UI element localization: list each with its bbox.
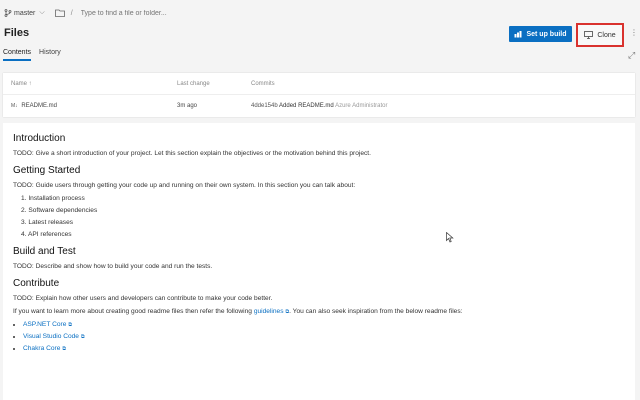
- file-name[interactable]: README.md: [21, 103, 57, 109]
- aspnet-core-link[interactable]: ASP.NET Core: [23, 321, 66, 328]
- path-separator: /: [70, 9, 73, 17]
- readme-heading-contribute: Contribute: [13, 278, 60, 289]
- column-header-last-change: Last change: [177, 80, 210, 87]
- external-link-icon: ⧉: [68, 322, 72, 328]
- commit-id-link[interactable]: 4dde154b: [251, 103, 278, 109]
- repo-path-bar: master ⌵ /: [0, 0, 640, 26]
- external-link-icon: ⧉: [80, 334, 85, 340]
- readme-links-list: ASP.NET Core⧉ Visual Studio Code⧉ Chakra…: [13, 321, 625, 352]
- readme-text-introduction: TODO: Give a short introduction of your …: [13, 150, 371, 157]
- expand-icon[interactable]: ⤢: [628, 50, 635, 61]
- readme-heading-build-and-test: Build and Test: [13, 246, 76, 257]
- commit-author: Azure Administrator: [335, 103, 388, 109]
- build-icon: [514, 30, 522, 38]
- set-up-build-label: Set up build: [526, 30, 567, 38]
- clone-button[interactable]: Clone: [584, 31, 616, 39]
- readme-text-contribute: TODO: Explain how other users and develo…: [13, 295, 273, 302]
- table-row[interactable]: M↓ README.md 3m ago 4dde154b Added READM…: [3, 95, 635, 117]
- chevron-down-icon[interactable]: ⌵: [39, 9, 44, 17]
- set-up-build-button[interactable]: Set up build: [509, 26, 572, 42]
- path-search-input[interactable]: [80, 9, 241, 17]
- readme-content: Introduction TODO: Give a short introduc…: [3, 123, 635, 400]
- list-item: 4. API references: [21, 231, 72, 238]
- tab-bar: Contents History: [3, 49, 69, 61]
- markdown-file-icon: M↓: [11, 103, 18, 109]
- contribute-text-b: . You can also seek inspiration from the…: [289, 308, 463, 315]
- last-change-cell: 3m ago: [177, 103, 198, 109]
- list-item: 3. Latest releases: [21, 219, 74, 226]
- commit-message: Added README.md: [279, 103, 334, 109]
- page-title: Files: [4, 27, 30, 39]
- folder-icon[interactable]: [54, 9, 65, 17]
- readme-section-build-and-test: Build and Test TODO: Describe and show h…: [13, 246, 625, 270]
- files-table: Name ↑ Last change Commits M↓ README.md …: [3, 73, 635, 117]
- branch-icon: [4, 9, 12, 17]
- list-item: 1. Installation process: [21, 195, 85, 202]
- table-header: Name ↑ Last change Commits: [3, 73, 635, 95]
- tab-history[interactable]: History: [39, 49, 61, 61]
- column-header-commits: Commits: [251, 80, 275, 87]
- mouse-cursor-icon: [446, 230, 454, 248]
- readme-text-contribute-more: If you want to learn more about creating…: [13, 308, 625, 315]
- list-item: Chakra Core⧉: [23, 345, 625, 352]
- guidelines-link[interactable]: guidelines: [254, 308, 284, 315]
- commit-cell: 4dde154b Added README.md Azure Administr…: [251, 103, 635, 109]
- readme-heading-getting-started: Getting Started: [13, 165, 81, 176]
- clone-button-highlight: Clone: [576, 23, 624, 47]
- readme-section-introduction: Introduction TODO: Give a short introduc…: [13, 133, 625, 157]
- readme-heading-introduction: Introduction: [13, 133, 66, 144]
- readme-text-getting-started: TODO: Guide users through getting your c…: [13, 182, 356, 189]
- chakra-core-link[interactable]: Chakra Core: [23, 345, 60, 352]
- visual-studio-code-link[interactable]: Visual Studio Code: [23, 333, 79, 340]
- readme-text-build-and-test: TODO: Describe and show how to build you…: [13, 263, 213, 270]
- contribute-text-a: If you want to learn more about creating…: [13, 308, 252, 315]
- list-item: Visual Studio Code⧉: [23, 333, 625, 340]
- file-name-cell[interactable]: M↓ README.md: [3, 103, 177, 109]
- list-item: 2. Software dependencies: [21, 207, 98, 214]
- branch-selector[interactable]: master: [14, 10, 35, 17]
- monitor-icon: [584, 31, 594, 39]
- external-link-icon: ⧉: [62, 346, 66, 352]
- more-options-icon[interactable]: ⋮: [630, 28, 638, 37]
- list-item: ASP.NET Core⧉: [23, 321, 625, 328]
- clone-label: Clone: [597, 31, 616, 39]
- tab-contents[interactable]: Contents: [3, 49, 32, 61]
- readme-section-getting-started: Getting Started TODO: Guide users throug…: [13, 165, 625, 238]
- readme-section-contribute: Contribute TODO: Explain how other users…: [13, 278, 625, 352]
- column-header-name[interactable]: Name ↑: [3, 81, 177, 87]
- readme-list-getting-started: 1. Installation process 2. Software depe…: [13, 195, 625, 238]
